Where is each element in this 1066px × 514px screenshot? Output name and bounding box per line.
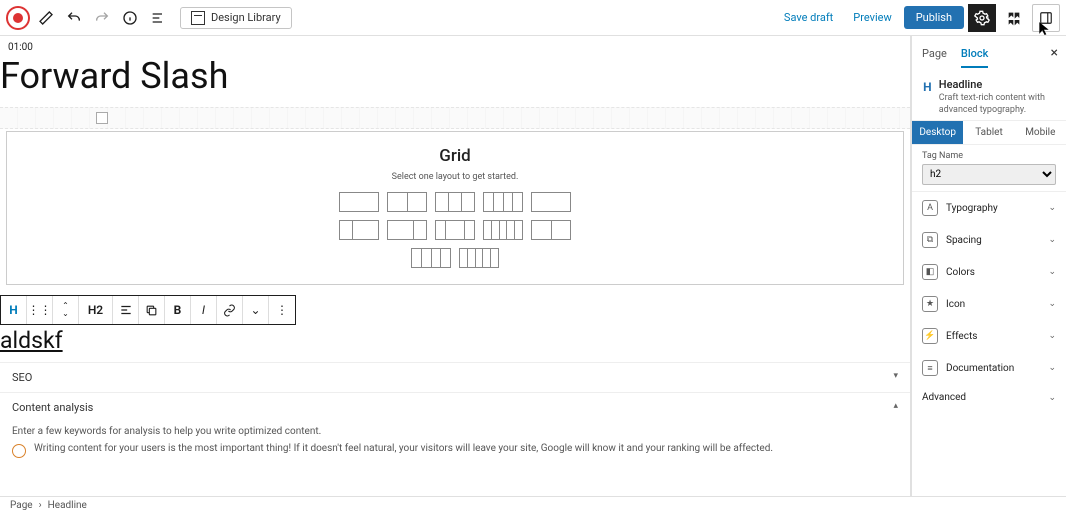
spacing-icon: ⧉	[922, 232, 938, 248]
editor-area: 01:00 Forward Slash Grid Select one layo…	[0, 36, 911, 496]
layout-1-2[interactable]	[339, 220, 379, 240]
chevron-down-icon: ⌄	[1048, 235, 1056, 245]
drag-handle-icon[interactable]: ⋮⋮	[27, 296, 53, 324]
settings-sidebar: Page Block × H Headline Craft text-rich …	[911, 36, 1066, 496]
panel-spacing[interactable]: ⧉Spacing⌄	[912, 224, 1066, 256]
edit-icon[interactable]	[34, 6, 58, 30]
block-toolbar: H ⋮⋮ ⌃⌄ H2 B I ⌄ ⋮	[0, 295, 296, 325]
chevron-down-icon: ▾	[893, 371, 898, 384]
options-icon[interactable]: ⋮	[269, 296, 295, 324]
bold-button[interactable]: B	[165, 296, 191, 324]
duplicate-icon[interactable]	[139, 296, 165, 324]
chevron-down-icon: ⌄	[1048, 393, 1056, 403]
chevron-down-icon: ⌄	[1048, 299, 1056, 309]
panel-documentation[interactable]: ≡Documentation⌄	[912, 352, 1066, 384]
time-label: 01:00	[0, 36, 910, 55]
colors-icon: ◧	[922, 264, 938, 280]
panel-colors[interactable]: ◧Colors⌄	[912, 256, 1066, 288]
chevron-down-icon: ⌄	[1048, 363, 1056, 373]
content-tip: Writing content for your users is the mo…	[34, 443, 773, 454]
layout-5col-b[interactable]	[459, 248, 499, 268]
panel-effects[interactable]: ⚡Effects⌄	[912, 320, 1066, 352]
tab-block[interactable]: Block	[961, 47, 988, 68]
chevron-down-icon: ⌄	[1048, 331, 1056, 341]
grid-subtitle: Select one layout to get started.	[17, 172, 893, 182]
content-analysis-header[interactable]: Content analysis ▴	[0, 392, 910, 422]
guide-handle[interactable]	[96, 112, 108, 124]
block-desc: Craft text-rich content with advanced ty…	[939, 93, 1056, 116]
chevron-down-icon: ⌄	[1048, 203, 1056, 213]
panel-icon[interactable]: ★Icon⌄	[912, 288, 1066, 320]
top-toolbar: Design Library Save draft Preview Publis…	[0, 0, 1066, 36]
publish-button[interactable]: Publish	[904, 6, 964, 29]
page-title[interactable]: Forward Slash	[0, 55, 910, 107]
layout-4col-b[interactable]	[411, 248, 451, 268]
grid-block[interactable]: Grid Select one layout to get started.	[6, 131, 904, 285]
device-tablet[interactable]: Tablet	[963, 121, 1014, 144]
design-library-label: Design Library	[211, 11, 281, 24]
layout-5col[interactable]	[483, 220, 523, 240]
seo-panel-header[interactable]: SEO ▾	[0, 362, 910, 392]
lightbulb-icon	[12, 444, 26, 458]
canvas-guides	[0, 107, 910, 129]
move-up-down-icon[interactable]: ⌃⌄	[53, 296, 79, 324]
headline-text[interactable]: aldskf	[0, 327, 910, 362]
crumb-block[interactable]: Headline	[48, 500, 87, 511]
crumb-page[interactable]: Page	[10, 500, 33, 511]
layout-2col[interactable]	[387, 192, 427, 212]
sidebar-toggle-button[interactable]	[1032, 4, 1060, 32]
undo-icon[interactable]	[62, 6, 86, 30]
block-icon-headline: H	[922, 78, 933, 96]
save-draft-button[interactable]: Save draft	[776, 7, 841, 28]
chevron-up-icon: ▴	[893, 401, 898, 414]
layout-1-2-1[interactable]	[435, 220, 475, 240]
tag-name-select[interactable]: h2	[922, 164, 1056, 185]
doc-icon: ≡	[922, 360, 938, 376]
content-analysis-label: Content analysis	[12, 401, 93, 414]
library-icon	[191, 11, 205, 25]
preview-button[interactable]: Preview	[845, 7, 899, 28]
block-name: Headline	[939, 78, 1056, 91]
panel-typography[interactable]: ATypography⌄	[912, 192, 1066, 224]
heading-level-h2[interactable]: H2	[79, 296, 113, 324]
layout-1col[interactable]	[339, 192, 379, 212]
close-sidebar-icon[interactable]: ×	[1051, 45, 1058, 61]
outline-icon[interactable]	[146, 6, 170, 30]
info-icon[interactable]	[118, 6, 142, 30]
grid-title: Grid	[17, 146, 893, 166]
effects-icon: ⚡	[922, 328, 938, 344]
layout-3col[interactable]	[435, 192, 475, 212]
italic-button[interactable]: I	[191, 296, 217, 324]
icon-icon: ★	[922, 296, 938, 312]
panel-advanced[interactable]: Advanced⌄	[912, 384, 1066, 411]
content-analysis-hint: Enter a few keywords for analysis to hel…	[12, 426, 898, 437]
layout-4col[interactable]	[483, 192, 523, 212]
tab-page[interactable]: Page	[922, 47, 947, 60]
chevron-down-icon: ⌄	[1048, 267, 1056, 277]
align-icon[interactable]	[113, 296, 139, 324]
layout-1-1[interactable]	[531, 220, 571, 240]
device-desktop[interactable]: Desktop	[912, 121, 963, 144]
design-library-button[interactable]: Design Library	[180, 7, 292, 29]
gp-button[interactable]	[1000, 4, 1028, 32]
record-button[interactable]	[6, 6, 30, 30]
breadcrumb: Page › Headline	[0, 496, 1066, 514]
link-icon[interactable]	[217, 296, 243, 324]
typography-icon: A	[922, 200, 938, 216]
layout-1col-b[interactable]	[531, 192, 571, 212]
device-mobile[interactable]: Mobile	[1015, 121, 1066, 144]
seo-label: SEO	[12, 371, 32, 384]
redo-icon[interactable]	[90, 6, 114, 30]
more-rich-icon[interactable]: ⌄	[243, 296, 269, 324]
tag-name-label: Tag Name	[922, 151, 1056, 161]
crumb-sep: ›	[39, 500, 42, 511]
settings-button[interactable]	[968, 4, 996, 32]
layout-2-1[interactable]	[387, 220, 427, 240]
block-type-h[interactable]: H	[1, 296, 27, 324]
